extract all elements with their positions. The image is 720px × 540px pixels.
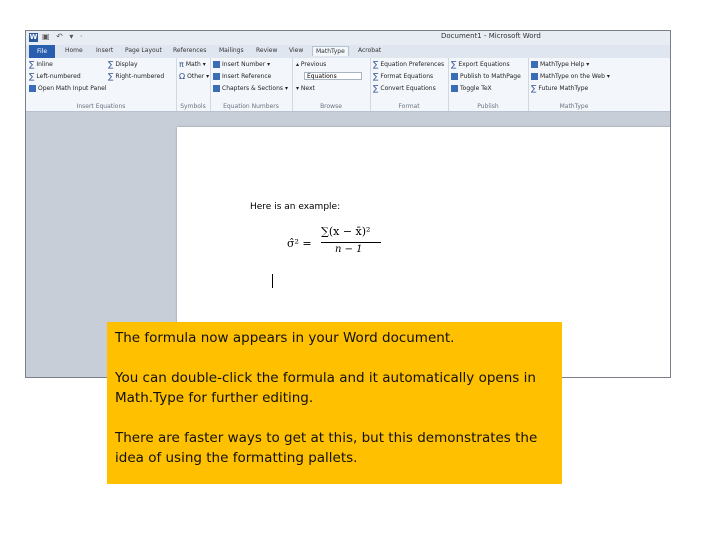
group-format: ∑ Equation Preferences ∑ Format Equations … [370, 58, 449, 111]
group-equation-numbers: Insert Number ▾ Insert Reference Chapter… [210, 58, 293, 111]
tab-view[interactable]: View [289, 47, 303, 54]
group-mathtype: MathType Help ▾ MathType on the Web ▾ ∑ F… [528, 58, 620, 111]
tab-references[interactable]: References [173, 47, 206, 54]
sigma-icon: ∑ [531, 84, 537, 93]
sigma-icon: ∑ [29, 72, 35, 81]
inline-button[interactable]: ∑ Inline [29, 60, 53, 69]
sigma-icon: ∑ [29, 60, 35, 69]
group-symbols: π Math ▾ Ω Other ▾ Symbols [176, 58, 211, 111]
display-button[interactable]: ∑ Display [108, 60, 138, 69]
equation-preferences-button[interactable]: ∑ Equation Preferences [373, 60, 444, 69]
sigma-icon: ∑ [108, 72, 114, 81]
ribbon: ∑ Inline ∑ Display ∑ Left-numbered ∑ Right-n… [26, 58, 670, 112]
window-title: Document1 - Microsoft Word [441, 32, 541, 40]
formula-numerator: ∑(x − x̄)² [321, 225, 371, 238]
convert-equations-button[interactable]: ∑ Convert Equations [373, 84, 436, 93]
tab-mathtype[interactable]: MathType [312, 46, 349, 56]
pi-icon: π [179, 60, 184, 69]
tex-icon [451, 85, 458, 92]
fraction-bar [321, 242, 381, 243]
callout-note: The formula now appears in your Word doc… [107, 322, 562, 484]
tab-file[interactable]: File [29, 45, 55, 58]
group-label: Insert Equations [76, 103, 126, 110]
formula-denominator: n − 1 [335, 244, 363, 255]
insert-reference-button[interactable]: Insert Reference [213, 73, 271, 80]
group-label: Symbols [180, 103, 206, 110]
equations-dropdown[interactable]: Equations [304, 72, 362, 80]
globe-icon [531, 73, 538, 80]
group-label: Equation Numbers [223, 103, 279, 110]
right-numbered-button[interactable]: ∑ Right-numbered [108, 72, 164, 81]
tab-review[interactable]: Review [256, 47, 277, 54]
mathtype-on-the-web-button[interactable]: MathType on the Web ▾ [531, 73, 610, 80]
globe-icon [451, 73, 458, 80]
next-button[interactable]: ▾ Next [296, 85, 315, 92]
omega-icon: Ω [179, 72, 186, 81]
text-cursor [272, 274, 273, 288]
word-app-icon[interactable]: W [29, 33, 38, 42]
quick-access-toolbar[interactable]: ▣ ↶ ▾ · [42, 32, 84, 41]
tab-mailings[interactable]: Mailings [219, 47, 244, 54]
export-equations-button[interactable]: ∑ Export Equations [451, 60, 510, 69]
example-text: Here is an example: [250, 202, 341, 212]
tab-acrobat[interactable]: Acrobat [358, 47, 381, 54]
chapters-sections-button[interactable]: Chapters & Sections ▾ [213, 85, 288, 92]
tab-page-layout[interactable]: Page Layout [125, 47, 162, 54]
group-insert-equations: ∑ Inline ∑ Display ∑ Left-numbered ∑ Right-n… [26, 58, 177, 111]
sigma-icon: ∑ [108, 60, 114, 69]
left-numbered-button[interactable]: ∑ Left-numbered [29, 72, 81, 81]
sigma-icon: ∑ [373, 84, 379, 93]
group-label: Format [398, 103, 420, 110]
open-math-input-panel-button[interactable]: Open Math Input Panel [29, 85, 106, 92]
sigma-icon: ∑ [451, 60, 457, 69]
insert-number-button[interactable]: Insert Number ▾ [213, 61, 270, 68]
publish-to-mathpage-button[interactable]: Publish to MathPage [451, 73, 521, 80]
group-label: Browse [320, 103, 342, 110]
previous-button[interactable]: ▴ Previous [296, 61, 326, 68]
tab-insert[interactable]: Insert [96, 47, 113, 54]
formula-lhs: σ̂² = [287, 237, 312, 250]
future-mathtype-button[interactable]: ∑ Future MathType [531, 84, 588, 93]
chapters-icon [213, 85, 220, 92]
note-paragraph-2: You can double-click the formula and it … [115, 370, 536, 406]
tab-home[interactable]: Home [65, 47, 83, 54]
sigma-icon: ∑ [373, 60, 379, 69]
group-label: MathType [559, 103, 589, 110]
note-paragraph-3: There are faster ways to get at this, bu… [115, 430, 538, 466]
mathtype-help-button[interactable]: MathType Help ▾ [531, 61, 589, 68]
equation-object[interactable]: σ̂² = ∑(x − x̄)² n − 1 [287, 225, 397, 265]
other-symbols-dropdown[interactable]: Ω Other ▾ [179, 72, 209, 81]
math-symbols-dropdown[interactable]: π Math ▾ [179, 60, 206, 69]
group-publish: ∑ Export Equations Publish to MathPage To… [448, 58, 529, 111]
sigma-icon: ∑ [373, 72, 379, 81]
group-label: Publish [477, 103, 499, 110]
reference-icon [213, 73, 220, 80]
panel-icon [29, 85, 36, 92]
ribbon-tabs: File Home Insert Page Layout References … [26, 45, 670, 58]
title-bar: W ▣ ↶ ▾ · Document1 - Microsoft Word [26, 31, 670, 46]
note-paragraph-1: The formula now appears in your Word doc… [115, 330, 455, 346]
format-equations-button[interactable]: ∑ Format Equations [373, 72, 433, 81]
number-icon [213, 61, 220, 68]
group-browse: ▴ Previous Equations ▾ Next Browse [292, 58, 371, 111]
help-icon [531, 61, 538, 68]
toggle-tex-button[interactable]: Toggle TeX [451, 85, 492, 92]
